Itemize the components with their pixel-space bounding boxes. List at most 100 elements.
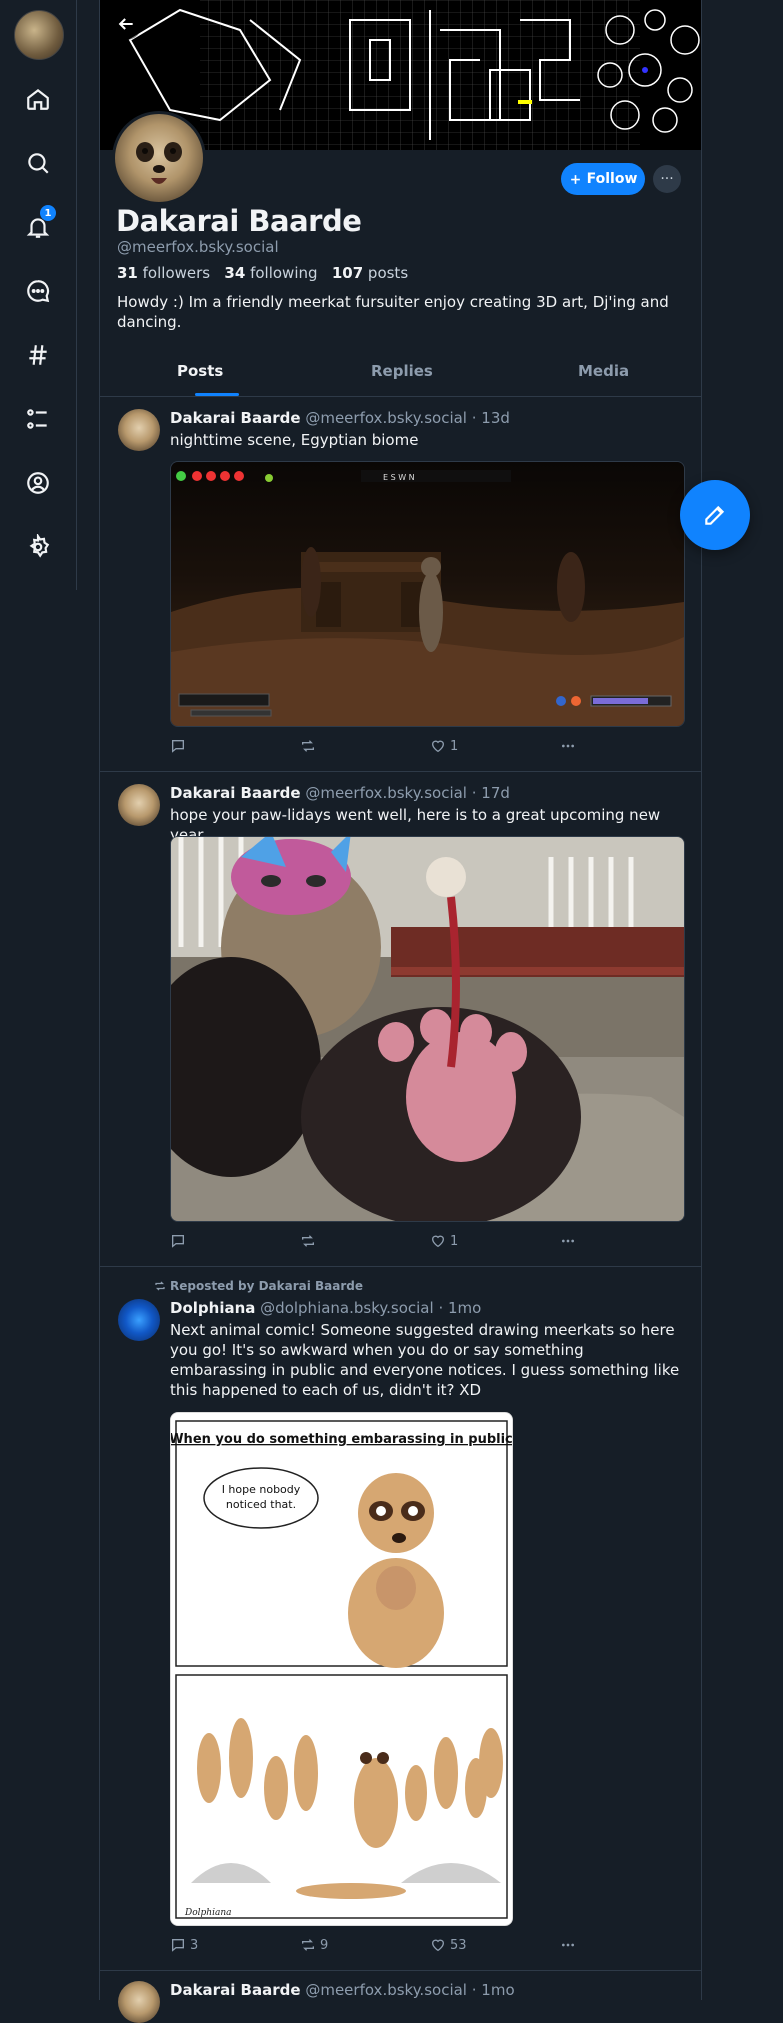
post-header: Dakarai Baarde @meerfox.bsky.social · 13…	[170, 409, 510, 427]
home-icon[interactable]	[18, 79, 58, 119]
post-time[interactable]: · 17d	[472, 784, 510, 802]
compose-icon	[705, 505, 725, 525]
profile-avatar[interactable]	[112, 111, 206, 205]
tab-posts[interactable]: Posts	[177, 362, 223, 380]
like-count: 1	[450, 738, 459, 754]
post-header: Dolphiana @dolphiana.bsky.social · 1mo	[170, 1299, 481, 1317]
post-image[interactable]: E S W N	[170, 461, 685, 727]
like-count: 53	[450, 1937, 467, 1953]
followers-link[interactable]: 31 followers	[117, 264, 210, 282]
my-avatar[interactable]	[14, 10, 64, 60]
repost-button[interactable]: 9	[300, 1937, 328, 1953]
post-text: nighttime scene, Egyptian biome	[170, 431, 419, 449]
comic-title: When you do something embarassing in pub…	[171, 1432, 512, 1447]
reply-count: 3	[190, 1937, 199, 1953]
ellipsis-icon	[562, 1239, 574, 1243]
reply-icon	[172, 1939, 184, 1952]
repost-indicator[interactable]: Reposted by Dakarai Baarde	[154, 1279, 363, 1293]
post-author-handle[interactable]: @meerfox.bsky.social	[305, 409, 467, 427]
ellipsis-icon	[562, 744, 574, 748]
profile-stats: 31 followers 34 following 107 posts	[117, 264, 408, 282]
post-author-handle[interactable]: @meerfox.bsky.social	[305, 1981, 467, 1999]
follow-button[interactable]: Follow	[561, 163, 645, 195]
heart-icon	[431, 1235, 445, 1248]
post-author-avatar[interactable]	[118, 1981, 160, 2023]
heart-icon	[431, 740, 445, 753]
lists-icon[interactable]	[18, 399, 58, 439]
like-button[interactable]: 53	[430, 1937, 467, 1953]
post-actions: 1	[170, 738, 574, 758]
chat-icon[interactable]	[18, 271, 58, 311]
posts-label: posts	[367, 264, 409, 282]
post-time[interactable]: · 1mo	[472, 1981, 515, 1999]
post-author-handle[interactable]: @meerfox.bsky.social	[305, 784, 467, 802]
profile-handle: @meerfox.bsky.social	[117, 238, 279, 256]
post-author-avatar[interactable]	[118, 1299, 160, 1341]
post-author-name[interactable]: Dakarai Baarde	[170, 1981, 301, 1999]
post-more-button[interactable]	[560, 738, 576, 754]
plus-icon	[570, 174, 580, 184]
post-more-button[interactable]	[560, 1233, 576, 1249]
profile-feed: Follow ··· Dakarai Baarde @meerfox.bsky.…	[99, 0, 702, 2023]
display-name: Dakarai Baarde	[116, 204, 362, 238]
back-button[interactable]	[110, 8, 142, 40]
compose-button[interactable]	[680, 480, 750, 550]
like-button[interactable]: 1	[430, 1233, 458, 1249]
feed-post[interactable]: Dakarai Baarde @meerfox.bsky.social · 1m…	[100, 1971, 701, 2023]
following-link[interactable]: 34 following	[224, 264, 317, 282]
profile-tabs: Posts Replies Media	[100, 352, 701, 397]
ellipsis-icon	[562, 1943, 574, 1947]
post-author-name[interactable]: Dakarai Baarde	[170, 409, 301, 427]
reply-button[interactable]	[170, 1233, 190, 1249]
search-icon[interactable]	[18, 143, 58, 183]
profile-more-button[interactable]: ···	[653, 165, 681, 193]
reply-icon	[172, 740, 184, 753]
repost-button[interactable]	[300, 1233, 320, 1249]
repost-icon	[302, 1939, 314, 1951]
feed-post-repost[interactable]: Reposted by Dakarai Baarde Dolphiana @do…	[100, 1267, 701, 1971]
repost-label: Reposted by Dakarai Baarde	[170, 1279, 364, 1293]
post-author-name[interactable]: Dakarai Baarde	[170, 784, 301, 802]
followers-count: 31	[117, 264, 138, 282]
feed-post[interactable]: Dakarai Baarde @meerfox.bsky.social · 13…	[100, 397, 701, 772]
post-text: Next animal comic! Someone suggested dra…	[170, 1321, 680, 1399]
reply-button[interactable]: 3	[170, 1937, 198, 1953]
reply-icon	[172, 1235, 184, 1248]
like-count: 1	[450, 1233, 459, 1249]
post-time[interactable]: · 13d	[472, 409, 510, 427]
post-author-name[interactable]: Dolphiana	[170, 1299, 255, 1317]
following-count: 34	[224, 264, 246, 282]
tab-media[interactable]: Media	[578, 362, 629, 380]
tab-replies[interactable]: Replies	[371, 362, 433, 380]
repost-icon	[155, 1281, 165, 1291]
post-actions: 3 9 53	[170, 1937, 574, 1957]
repost-count: 9	[320, 1937, 329, 1953]
follow-label: Follow	[586, 171, 638, 187]
post-image[interactable]	[170, 836, 685, 1222]
left-sidebar: 1	[0, 0, 77, 590]
notifications-icon[interactable]: 1	[18, 205, 58, 247]
post-image[interactable]: When you do something embarassing in pub…	[170, 1412, 513, 1926]
post-header: Dakarai Baarde @meerfox.bsky.social · 1m…	[170, 1981, 515, 1999]
hashtag-icon[interactable]	[18, 335, 58, 375]
heart-icon	[431, 1939, 445, 1952]
repost-icon	[302, 740, 314, 752]
game-compass: E S W N	[361, 470, 511, 482]
post-author-handle[interactable]: @dolphiana.bsky.social	[260, 1299, 433, 1317]
repost-button[interactable]	[300, 738, 320, 754]
followers-label: followers	[142, 264, 211, 282]
reply-button[interactable]	[170, 738, 190, 754]
settings-icon[interactable]	[18, 527, 58, 567]
comic-signature: Dolphiana	[184, 1908, 231, 1918]
post-author-avatar[interactable]	[118, 409, 160, 451]
post-more-button[interactable]	[560, 1937, 576, 1953]
profile-icon[interactable]	[18, 463, 58, 503]
posts-stat: 107 posts	[332, 264, 408, 282]
post-time[interactable]: · 1mo	[438, 1299, 481, 1317]
post-author-avatar[interactable]	[118, 784, 160, 826]
notifications-badge: 1	[40, 205, 56, 221]
like-button[interactable]: 1	[430, 738, 458, 754]
feed-post[interactable]: Dakarai Baarde @meerfox.bsky.social · 17…	[100, 772, 701, 1267]
comic-bubble-text: I hope nobody	[222, 1483, 301, 1496]
post-actions: 1	[170, 1233, 574, 1253]
